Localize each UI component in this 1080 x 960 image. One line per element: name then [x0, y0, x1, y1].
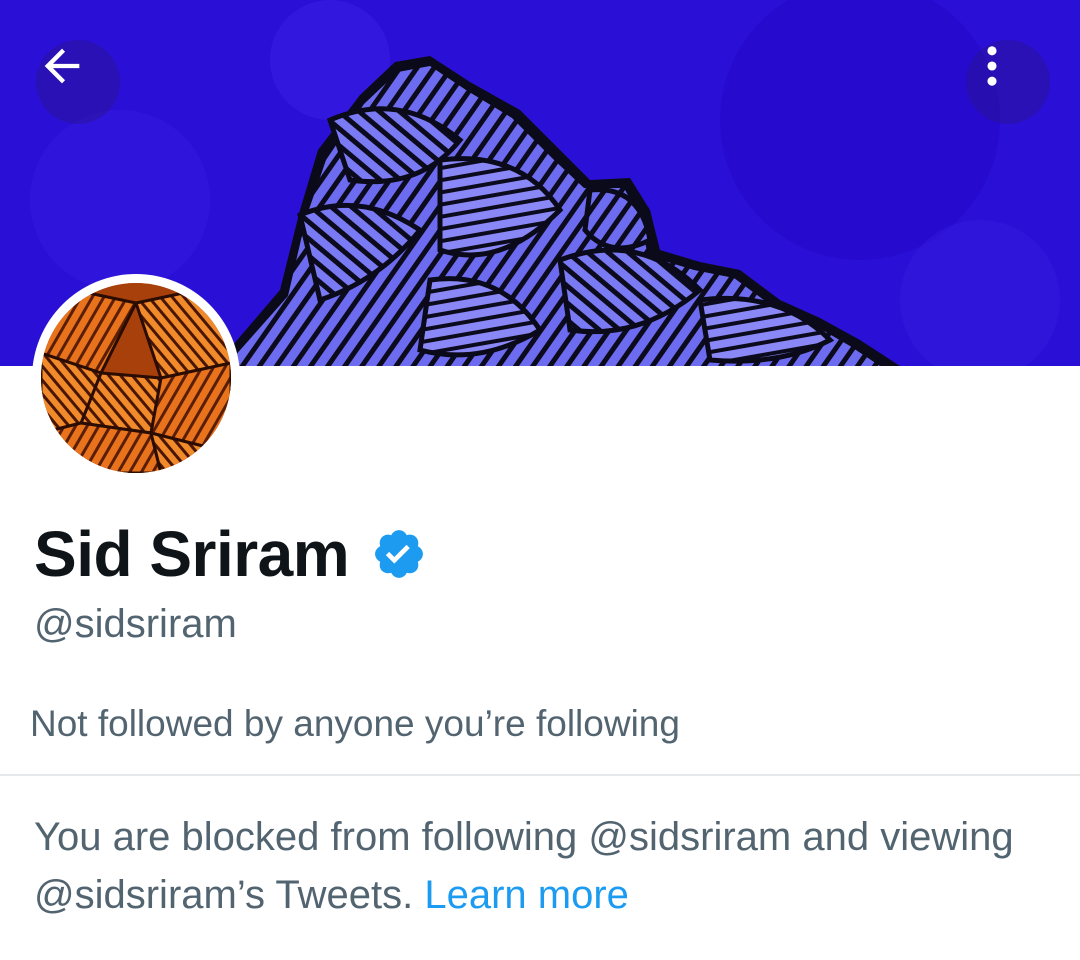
avatar[interactable] [41, 283, 231, 473]
section-divider [0, 774, 1080, 776]
arrow-left-icon [44, 48, 80, 84]
learn-more-link[interactable]: Learn more [424, 873, 629, 917]
back-button[interactable] [36, 40, 120, 124]
profile-handle: @sidsriram [34, 602, 237, 646]
blocked-message: You are blocked from following @sidsrira… [34, 808, 1054, 924]
followers-you-know-note: Not followed by anyone you’re following [30, 703, 680, 744]
display-name: Sid Sriram [34, 518, 350, 590]
name-row: Sid Sriram [34, 512, 427, 596]
verified-badge-icon [371, 526, 427, 582]
avatar-artwork [41, 283, 231, 473]
more-vertical-icon [987, 46, 997, 86]
more-options-button[interactable] [966, 40, 1050, 124]
profile-page: Sid Sriram @sidsriram Not followed by an… [0, 0, 1080, 960]
avatar-frame [32, 274, 240, 482]
